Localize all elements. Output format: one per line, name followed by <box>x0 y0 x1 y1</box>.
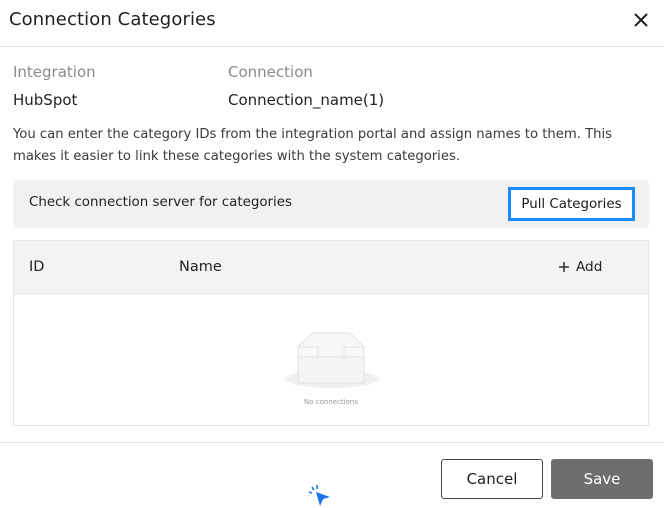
pull-categories-button[interactable]: Pull Categories <box>508 187 635 221</box>
categories-table: ID Name Add No connections <box>13 240 649 426</box>
dialog-header: Connection Categories <box>0 0 664 47</box>
table-header: ID Name Add <box>14 241 648 295</box>
connection-value: Connection_name(1) <box>228 91 385 109</box>
empty-inbox-icon <box>285 332 379 388</box>
add-category-label: Add <box>576 259 603 275</box>
integration-label: Integration <box>13 63 96 81</box>
dialog-title: Connection Categories <box>9 9 216 30</box>
check-connection-bar: Check connection server for categories P… <box>13 180 649 228</box>
close-icon <box>634 13 648 27</box>
footer-divider <box>0 442 664 443</box>
column-header-name: Name <box>179 259 222 275</box>
description-text: You can enter the category IDs from the … <box>13 127 613 164</box>
check-connection-text: Check connection server for categories <box>29 195 292 210</box>
pointer-cursor-icon <box>308 485 330 506</box>
connection-label: Connection <box>228 63 313 81</box>
plus-icon <box>559 262 569 272</box>
column-header-id: ID <box>29 259 45 275</box>
connection-categories-dialog: Connection Categories Integration HubSpo… <box>0 0 664 508</box>
close-button[interactable] <box>626 5 656 35</box>
cancel-button[interactable]: Cancel <box>441 459 543 499</box>
empty-state-text: No connections <box>304 398 358 406</box>
add-category-button[interactable]: Add <box>558 259 602 275</box>
save-button[interactable]: Save <box>551 459 653 499</box>
integration-value: HubSpot <box>13 91 78 109</box>
